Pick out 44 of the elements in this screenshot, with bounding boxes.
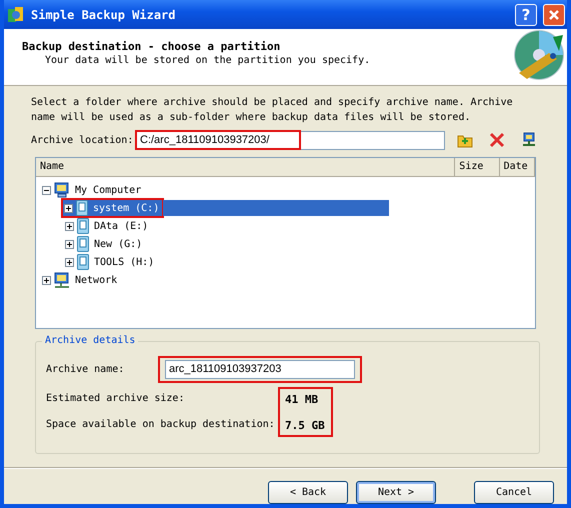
wizard-button[interactable]: < Back xyxy=(268,481,348,504)
column-header[interactable]: Date xyxy=(500,158,535,176)
column-header[interactable]: Size xyxy=(455,158,500,176)
name-label: Archive name: xyxy=(46,364,126,375)
group-title: Archive details xyxy=(42,335,138,346)
tree-item[interactable]: TOOLS (H:) xyxy=(92,256,156,268)
window-title: Simple Backup Wizard xyxy=(31,8,176,22)
location-label: Archive location: xyxy=(31,134,134,146)
expand-toggle[interactable] xyxy=(65,240,74,248)
tree-item[interactable]: My Computer xyxy=(73,184,144,196)
expand-toggle[interactable] xyxy=(42,186,51,194)
expand-toggle[interactable] xyxy=(65,258,74,266)
tree-item[interactable]: Network xyxy=(73,274,120,286)
expand-toggle[interactable] xyxy=(65,222,74,230)
expand-toggle[interactable] xyxy=(64,204,73,212)
delete-icon[interactable] xyxy=(489,132,505,148)
stat-label: Space available on backup destination: xyxy=(46,419,276,432)
stat-value: 41 MB xyxy=(285,393,320,406)
location-field[interactable]: C:/arc_181109103937203/ xyxy=(136,130,445,150)
network-share-icon[interactable] xyxy=(521,132,537,148)
name-field[interactable]: arc_181109103937203 xyxy=(165,360,355,379)
network-icon xyxy=(54,272,70,288)
tree-item[interactable]: system (C:) xyxy=(91,202,162,214)
column-header[interactable]: Name xyxy=(36,158,456,176)
drive-icon xyxy=(76,200,88,216)
drive-icon xyxy=(77,254,89,270)
page-title: Backup destination - choose a partition xyxy=(22,40,282,54)
tree-item[interactable]: DAta (E:) xyxy=(92,220,150,232)
wizard-button[interactable]: Next > xyxy=(356,481,436,504)
tree-item[interactable]: New (G:) xyxy=(92,238,144,250)
computer-icon xyxy=(54,182,70,198)
drive-icon xyxy=(77,218,89,234)
help-button[interactable]: ? xyxy=(515,4,537,26)
wizard-button[interactable]: Cancel xyxy=(474,481,554,504)
stat-label: Estimated archive size: xyxy=(46,393,186,406)
expand-toggle[interactable] xyxy=(42,276,51,284)
backup-drawing xyxy=(513,29,565,82)
stat-value: 7.5 GB xyxy=(285,419,325,432)
page-subtitle: Your data will be stored on the partition you specify. xyxy=(44,55,372,66)
close-button[interactable] xyxy=(543,4,565,26)
instructions-text: Select a folder where archive should be placed and specify archive name. Archive name will be used as a sub-folder where backup data files will be stored. xyxy=(31,96,514,125)
drive-icon xyxy=(77,236,89,252)
close-icon xyxy=(548,8,560,21)
app-icon xyxy=(7,6,25,24)
